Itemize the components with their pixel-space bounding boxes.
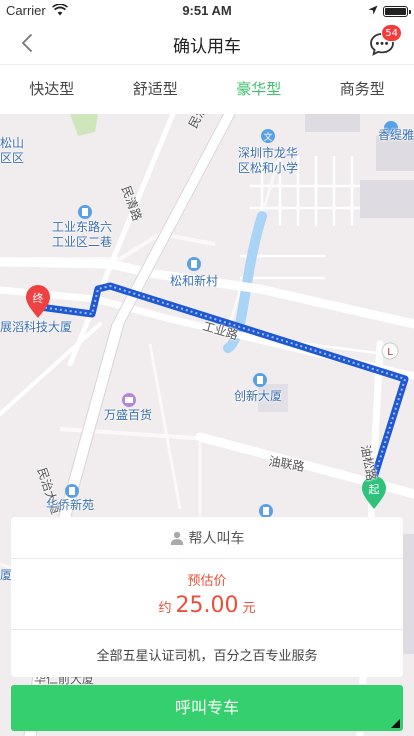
message-count-badge: 54 bbox=[381, 24, 402, 42]
card-divider bbox=[11, 629, 403, 630]
map-label-songshan: 松山 区区 bbox=[0, 136, 25, 165]
status-bar: Carrier 9:51 AM bbox=[0, 0, 414, 22]
svg-text:L: L bbox=[387, 347, 393, 358]
fare-estimate-card: 帮人叫车 预估价 约 25.00 元 全部五星认证司机，百分之百专业服务 bbox=[11, 517, 403, 677]
nav-bar: 确认用车 54 bbox=[0, 22, 414, 64]
map-label-huaqiao-garden: 华侨新苑 bbox=[46, 498, 95, 512]
end-marker-label: 终 bbox=[33, 291, 44, 305]
clock: 9:51 AM bbox=[182, 3, 232, 18]
tab-luxury[interactable]: 豪华型 bbox=[207, 65, 311, 114]
tab-comfort[interactable]: 舒适型 bbox=[104, 65, 208, 114]
start-marker-label: 起 bbox=[369, 483, 380, 496]
map-label-wansheng-store: 万盛百货 bbox=[104, 408, 153, 422]
map-label-zhantao-building: 展滔科技大厦 bbox=[0, 320, 73, 334]
svg-text:文: 文 bbox=[263, 131, 272, 143]
car-type-tabs: 快达型 舒适型 豪华型 商务型 bbox=[0, 64, 414, 114]
service-note: 全部五星认证司机，百分之百专业服务 bbox=[96, 649, 318, 664]
map-label-songhe-village: 松和新村 bbox=[170, 274, 219, 288]
map-label-chuangxin-building: 创新大厦 bbox=[234, 389, 283, 403]
page-title: 确认用车 bbox=[173, 37, 241, 57]
help-call-button[interactable]: 帮人叫车 bbox=[11, 517, 403, 559]
battery-icon bbox=[383, 6, 411, 17]
location-arrow-icon bbox=[368, 5, 378, 15]
tab-business[interactable]: 商务型 bbox=[311, 65, 414, 114]
estimate-label: 预估价 bbox=[187, 574, 227, 589]
tab-express[interactable]: 快达型 bbox=[0, 65, 104, 114]
price-unit: 元 bbox=[242, 601, 256, 616]
price-value: 25.00 bbox=[175, 593, 239, 618]
estimated-price: 约 25.00 元 bbox=[11, 593, 403, 618]
help-call-label: 帮人叫车 bbox=[188, 530, 245, 547]
person-icon bbox=[170, 531, 183, 545]
messages-button[interactable]: 54 bbox=[366, 24, 402, 58]
call-car-button[interactable]: 呼叫专车 bbox=[11, 685, 403, 731]
end-marker[interactable]: 终 bbox=[26, 285, 50, 318]
map-label-gongye-east: 工业东路六 工业区二巷 bbox=[52, 220, 113, 249]
price-prefix: 约 bbox=[158, 601, 172, 616]
map-label-xiangti: 香缇雅 bbox=[378, 128, 414, 142]
map-label-longhua-school: 深圳市龙华 区松和小学 bbox=[238, 146, 299, 175]
